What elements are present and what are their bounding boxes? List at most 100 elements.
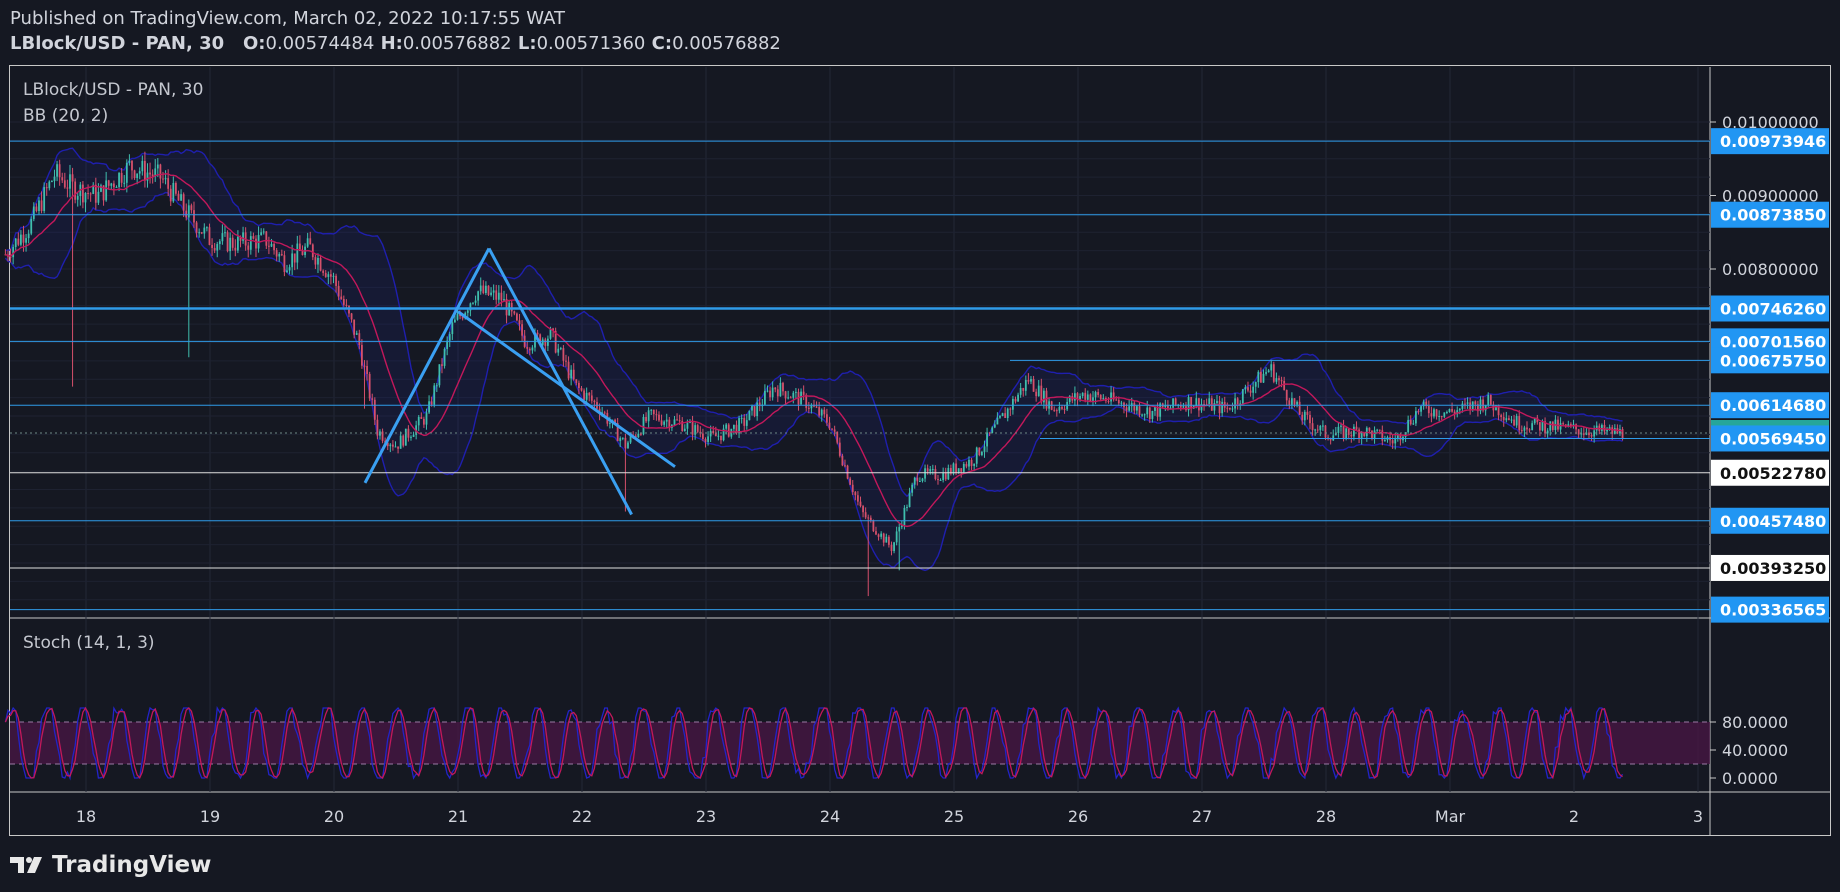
candle-body <box>743 417 746 426</box>
candle-body <box>1074 393 1076 401</box>
candle-body <box>962 464 965 472</box>
candle-body <box>330 274 332 277</box>
candle-body <box>185 210 188 218</box>
tradingview-logo[interactable]: TradingView <box>10 852 211 878</box>
candle-body <box>373 399 376 420</box>
candle-body <box>1226 407 1229 409</box>
x-tick-label: 24 <box>820 807 840 826</box>
candle-body <box>1360 432 1363 439</box>
candle-body <box>947 468 950 480</box>
candle-body <box>1012 398 1014 410</box>
candle-body <box>1515 416 1518 426</box>
candle-body <box>913 477 916 485</box>
candle-body <box>1601 424 1603 431</box>
candle-body <box>1283 380 1286 391</box>
candle-body <box>490 292 492 295</box>
candle-body <box>975 447 978 464</box>
candle-body <box>337 285 340 297</box>
candle-body <box>970 459 973 466</box>
candle-body <box>234 247 237 251</box>
candle-body <box>180 194 182 201</box>
candle-body <box>262 231 265 233</box>
candle-body <box>224 232 226 234</box>
candle-body <box>1288 400 1291 406</box>
candle-body <box>1324 425 1327 438</box>
candle-body <box>1409 419 1412 425</box>
candle-body <box>609 422 611 424</box>
candle-body <box>1353 426 1355 437</box>
candle-body <box>745 420 748 426</box>
candle-body <box>1136 406 1138 411</box>
candle-body <box>1148 407 1151 419</box>
candle-body <box>1384 440 1386 442</box>
candle-body <box>1376 429 1379 431</box>
candle-body <box>637 433 640 438</box>
candle-body <box>955 463 957 473</box>
price-chart[interactable]: 18 19 20 21 22 23 24 25 26 27 28 Mar 2 30.010000000.0… <box>0 0 1840 892</box>
candle-body <box>30 218 33 234</box>
bb-indicator-label[interactable]: BB (20, 2) <box>23 106 108 126</box>
candle-body <box>296 243 299 263</box>
candle-body <box>1081 392 1084 397</box>
candle-body <box>1208 398 1211 405</box>
candle-body <box>516 313 518 321</box>
candle-body <box>603 412 606 414</box>
x-tick-label: 21 <box>448 807 468 826</box>
candle-body <box>500 292 503 301</box>
candle-body <box>355 333 358 335</box>
candles-group <box>4 151 1624 597</box>
candle-body <box>342 299 345 305</box>
candle-body <box>1316 429 1319 431</box>
candle-body <box>1099 394 1102 400</box>
candle-body <box>578 382 580 389</box>
candle-body <box>433 385 436 405</box>
candle-body <box>291 253 294 268</box>
candle-body <box>1151 410 1154 419</box>
candle-body <box>149 172 151 175</box>
candle-body <box>1218 400 1221 414</box>
candle-body <box>472 302 474 304</box>
candle-body <box>619 438 622 442</box>
candle-body <box>1089 394 1092 402</box>
candle-body <box>807 407 810 409</box>
candle-body <box>275 250 278 257</box>
candle-body <box>709 430 712 437</box>
stoch-indicator-label[interactable]: Stoch (14, 1, 3) <box>23 633 155 653</box>
candle-body <box>859 501 862 507</box>
candle-body <box>1407 419 1410 433</box>
candle-body <box>981 451 983 456</box>
candle-body <box>784 391 787 399</box>
candle-body <box>986 432 988 447</box>
candle-body <box>211 244 213 248</box>
candle-body <box>727 424 730 437</box>
candle-body <box>999 416 1001 418</box>
candle-body <box>588 392 591 396</box>
candle-body <box>399 435 402 449</box>
candle-body <box>195 222 198 233</box>
candle-body <box>43 187 46 211</box>
candle-body <box>366 366 368 374</box>
candle-body <box>32 206 35 219</box>
candle-body <box>658 414 660 421</box>
candle-body <box>1285 390 1288 401</box>
candle-body <box>162 178 164 180</box>
candle-body <box>702 433 704 439</box>
candle-body <box>908 492 911 508</box>
candle-body <box>993 424 996 428</box>
candle-body <box>353 319 356 335</box>
candle-body <box>1355 426 1358 430</box>
candle-body <box>273 243 275 251</box>
candle-body <box>1164 405 1167 408</box>
candle-body <box>265 231 268 246</box>
x-tick-label: 3 <box>1693 807 1703 826</box>
candle-body <box>40 200 43 211</box>
candle-body <box>510 302 513 312</box>
candle-body <box>774 387 777 390</box>
candle-body <box>187 205 190 218</box>
x-tick-label: 22 <box>572 807 592 826</box>
candle-body <box>358 333 361 346</box>
candle-body <box>1582 433 1585 435</box>
candle-body <box>756 402 759 417</box>
candle-body <box>177 193 180 201</box>
candle-body <box>583 390 585 400</box>
